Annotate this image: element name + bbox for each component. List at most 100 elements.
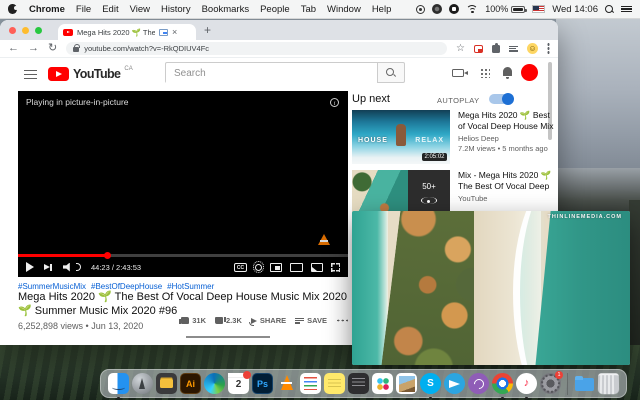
menu-view[interactable]: View [130, 4, 150, 15]
dock-viber-icon[interactable] [468, 373, 489, 394]
info-icon[interactable]: i [330, 98, 339, 107]
next-button[interactable] [44, 263, 53, 272]
save-button[interactable]: SAVE [295, 316, 327, 325]
dock-dark-notes-icon[interactable] [348, 373, 369, 394]
apple-menu-icon[interactable] [8, 4, 17, 14]
wifi-icon[interactable] [466, 5, 478, 14]
menu-app-name[interactable]: Chrome [29, 4, 65, 15]
cast-button[interactable] [311, 263, 323, 272]
dock-launchpad-icon[interactable] [132, 373, 153, 394]
address-bar[interactable]: youtube.com/watch?v=-RkQDIUV4Fc [66, 42, 447, 55]
suggestion-thumbnail[interactable]: HOUSE RELAX 2:05:02 [352, 110, 450, 164]
dock-skype-icon[interactable]: S [420, 373, 441, 394]
theater-mode-button[interactable] [290, 263, 303, 272]
menu-extra-icon[interactable] [416, 5, 425, 14]
hashtag-link[interactable]: #HotSummer [167, 282, 214, 291]
menu-window[interactable]: Window [327, 4, 361, 15]
extension-red-icon[interactable] [474, 45, 483, 53]
input-source-flag-icon[interactable] [532, 5, 545, 13]
dock-calendar-icon[interactable]: 2 [228, 373, 249, 394]
notifications-bell-icon[interactable] [503, 67, 512, 76]
dock-notes-icon[interactable] [300, 373, 321, 394]
camera-app-icon[interactable] [449, 4, 459, 14]
profile-avatar[interactable]: ☺ [527, 43, 538, 54]
chrome-menu-icon[interactable] [547, 43, 550, 54]
hashtag-link[interactable]: #SummerMusicMix [18, 282, 86, 291]
dock-finder-icon[interactable] [108, 373, 129, 394]
search-input[interactable] [166, 64, 377, 83]
volume-icon[interactable] [63, 263, 74, 272]
share-button[interactable]: SHARE [251, 316, 286, 325]
volume-wave-icon [76, 263, 81, 271]
secure-lock-icon[interactable] [73, 47, 79, 52]
menu-history[interactable]: History [161, 4, 191, 15]
dock-slack-icon[interactable] [372, 373, 393, 394]
menu-file[interactable]: File [76, 4, 91, 15]
notification-center-icon[interactable] [621, 5, 632, 14]
search-button[interactable] [378, 62, 405, 83]
suggested-video-1[interactable]: HOUSE RELAX 2:05:02 Mega Hits 2020 🌱 Bes… [352, 110, 556, 164]
dock-stickies-icon[interactable] [324, 373, 345, 394]
fullscreen-button[interactable] [331, 263, 340, 272]
new-tab-button[interactable]: + [204, 23, 211, 37]
menu-help[interactable]: Help [372, 4, 392, 15]
dock-chrome-icon[interactable] [492, 373, 513, 394]
pip-video-window[interactable]: THINLINEMEDIA.COM [352, 211, 630, 365]
play-button[interactable] [26, 262, 34, 272]
tab-close-icon[interactable]: × [172, 29, 177, 36]
suggestion-title[interactable]: Mix - Mega Hits 2020 🌱 The Best Of Vocal… [458, 170, 556, 191]
reload-button[interactable]: ↻ [48, 43, 57, 54]
like-button[interactable]: 31K [181, 316, 206, 325]
active-tab[interactable]: Mega Hits 2020 🌱 The B... × [58, 24, 196, 40]
miniplayer-button[interactable] [270, 263, 282, 272]
video-title: Mega Hits 2020 🌱 The Best Of Vocal Deep … [18, 291, 350, 318]
menu-people[interactable]: People [260, 4, 290, 15]
menu-tab[interactable]: Tab [301, 4, 316, 15]
guide-hamburger-icon[interactable] [24, 70, 37, 79]
save-label: SAVE [307, 316, 327, 325]
menu-bookmarks[interactable]: Bookmarks [202, 4, 250, 15]
dock-folder-app-icon[interactable] [156, 373, 177, 394]
menu-bar-clock[interactable]: Wed 14:06 [552, 4, 598, 15]
youtube-play-icon [48, 67, 69, 81]
dock-preview-photo-icon[interactable] [396, 373, 417, 394]
extension-list-icon[interactable] [509, 45, 518, 53]
dock-downloads-folder-icon[interactable] [574, 373, 595, 394]
apps-grid-icon[interactable] [480, 68, 490, 78]
forward-button[interactable]: → [28, 43, 39, 54]
video-player[interactable]: Playing in picture-in-picture i 44:23 / … [18, 91, 348, 277]
subtitles-button[interactable]: CC [234, 263, 247, 272]
thumbnail-overlay-text: HOUSE [358, 137, 388, 144]
search-box[interactable] [165, 62, 378, 83]
suggestion-channel[interactable]: YouTube [458, 194, 556, 203]
dock-illustrator-icon[interactable]: Ai [180, 373, 201, 394]
dock-trash-icon[interactable] [598, 373, 620, 394]
account-avatar[interactable] [521, 64, 538, 81]
hashtag-link[interactable]: #BestOfDeepHouse [91, 282, 162, 291]
dock-vlc-icon[interactable] [276, 373, 297, 394]
bookmark-star-icon[interactable]: ☆ [456, 43, 465, 54]
suggestion-channel[interactable]: Helios Deep [458, 134, 556, 143]
screen-record-icon[interactable] [432, 4, 442, 14]
dock-settings-icon[interactable]: 1 [540, 373, 561, 394]
back-button[interactable]: ← [8, 43, 19, 54]
youtube-logo[interactable]: YouTube CA [48, 67, 133, 81]
suggestion-title[interactable]: Mega Hits 2020 🌱 Best of Vocal Deep Hous… [458, 110, 556, 131]
dislike-button[interactable]: 2.3K [215, 316, 242, 325]
dock-photoshop-icon[interactable]: Ps [252, 373, 273, 394]
spotlight-icon[interactable] [605, 5, 614, 14]
more-actions-icon[interactable] [336, 319, 348, 322]
battery-status[interactable]: 100% [485, 4, 525, 14]
create-video-icon[interactable] [452, 69, 464, 77]
dock-telegram-icon[interactable] [444, 373, 465, 394]
settings-gear-icon[interactable] [255, 264, 262, 271]
extensions-puzzle-icon[interactable] [492, 45, 500, 53]
close-window-button[interactable] [9, 27, 16, 34]
autoplay-toggle[interactable] [489, 94, 513, 104]
dock-edge-icon[interactable] [204, 373, 225, 394]
menu-edit[interactable]: Edit [102, 4, 118, 15]
zoom-window-button[interactable] [35, 27, 42, 34]
pip-watermark-text: THINLINEMEDIA.COM [548, 214, 622, 220]
dock-music-icon[interactable]: ♪ [516, 373, 537, 394]
minimize-window-button[interactable] [22, 27, 29, 34]
